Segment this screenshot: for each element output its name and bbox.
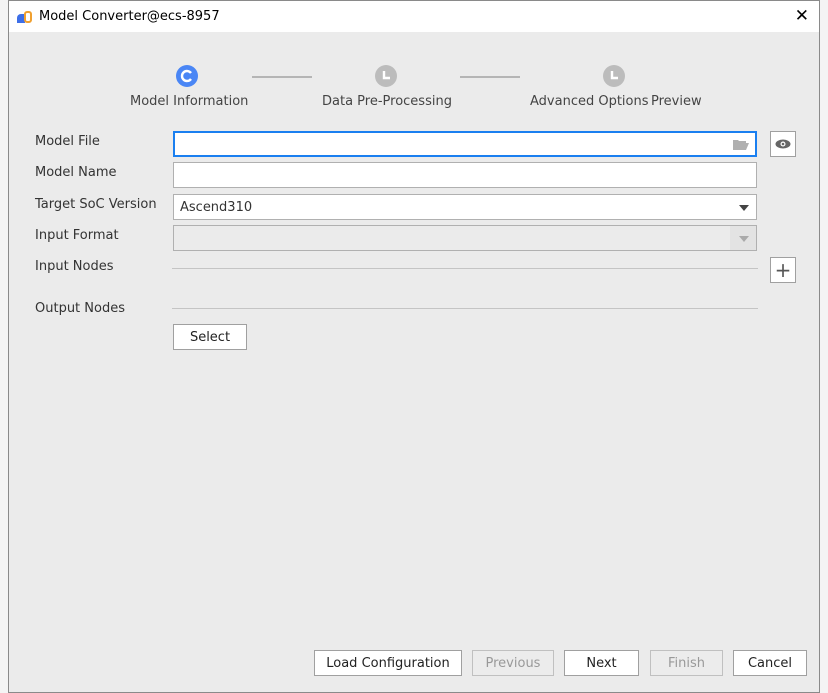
step-advanced-options: Advanced Options xyxy=(530,94,649,109)
input-nodes-label: Input Nodes xyxy=(35,259,114,274)
output-nodes-divider xyxy=(172,308,758,309)
model-file-input[interactable] xyxy=(173,131,757,157)
target-soc-select[interactable]: Ascend310 xyxy=(173,194,757,220)
chevron-down-icon xyxy=(739,205,749,211)
close-icon[interactable]: ✕ xyxy=(795,6,809,26)
chevron-down-icon xyxy=(739,236,749,242)
next-button[interactable]: Next xyxy=(564,650,639,676)
step-active-icon xyxy=(176,65,198,87)
select-output-nodes-button[interactable]: Select xyxy=(173,324,247,350)
target-soc-label: Target SoC Version xyxy=(35,197,157,212)
model-file-label: Model File xyxy=(35,134,100,149)
target-soc-value: Ascend310 xyxy=(180,200,253,215)
input-format-label: Input Format xyxy=(35,228,119,243)
output-nodes-label: Output Nodes xyxy=(35,301,125,316)
clock-icon xyxy=(375,65,397,87)
previous-button[interactable]: Previous xyxy=(472,650,554,676)
input-format-select[interactable] xyxy=(173,225,757,251)
model-name-input[interactable] xyxy=(173,162,757,188)
app-logo-icon xyxy=(17,10,33,23)
add-input-node-button[interactable]: + xyxy=(770,257,796,283)
step-preview: Preview xyxy=(651,94,702,109)
eye-icon xyxy=(775,139,791,149)
step-connector xyxy=(460,76,520,78)
model-converter-dialog: Model Converter@ecs-8957 ✕ Model Informa… xyxy=(8,0,820,693)
input-nodes-divider xyxy=(172,268,758,269)
preview-model-button[interactable] xyxy=(770,131,796,157)
load-configuration-button[interactable]: Load Configuration xyxy=(314,650,462,676)
model-name-label: Model Name xyxy=(35,165,117,180)
step-data-pre-processing: Data Pre-Processing xyxy=(322,94,452,109)
folder-icon[interactable] xyxy=(733,138,749,154)
window-title: Model Converter@ecs-8957 xyxy=(39,9,220,24)
title-bar: Model Converter@ecs-8957 ✕ xyxy=(9,1,819,32)
step-model-information: Model Information xyxy=(130,94,249,109)
finish-button[interactable]: Finish xyxy=(650,650,723,676)
plus-icon: + xyxy=(774,258,792,282)
step-connector xyxy=(252,76,312,78)
cancel-button[interactable]: Cancel xyxy=(733,650,807,676)
clock-icon xyxy=(603,65,625,87)
